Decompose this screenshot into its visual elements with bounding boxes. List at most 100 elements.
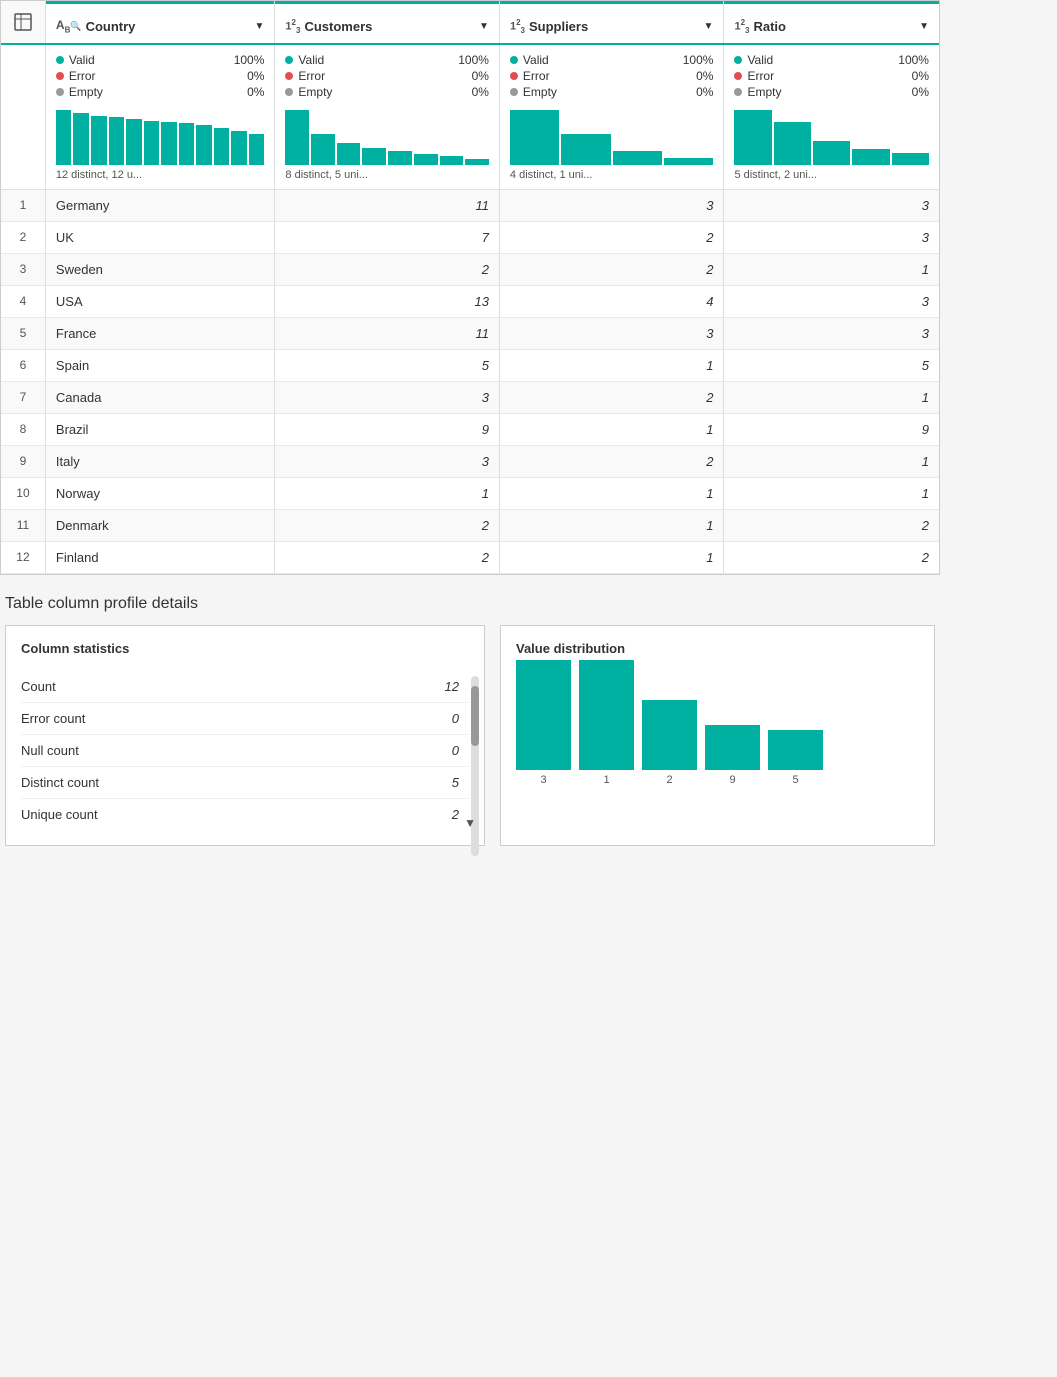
country-dropdown[interactable]: ▼ [255,21,265,32]
scrollbar-thumb[interactable] [471,686,479,746]
customers-mini-chart [285,105,489,165]
dist-bar-label: 2 [666,774,672,786]
row-customers: 2 [275,510,500,541]
table-row[interactable]: 1 Germany 11 3 3 [1,190,939,222]
row-customers: 7 [275,222,500,253]
value-distribution-panel: Value distribution 31 2 95 [500,625,935,846]
error-dot-r [734,72,742,80]
row-customers: 3 [275,446,500,477]
ratio-label: Ratio [753,19,786,34]
stat-value: 0 [452,711,459,726]
row-suppliers: 3 [500,190,725,221]
row-suppliers: 1 [500,478,725,509]
suppliers-dropdown[interactable]: ▼ [704,21,714,32]
row-country: UK [46,222,276,253]
error-label: Error [69,69,242,83]
error-dot-s [510,72,518,80]
stat-name: Distinct count [21,775,452,790]
empty-dot-s [510,88,518,96]
table-row[interactable]: 10 Norway 1 1 1 [1,478,939,510]
row-customers: 9 [275,414,500,445]
empty-dot [56,88,64,96]
stat-name: Null count [21,743,452,758]
profile-ratio: Valid 100% Error 0% Empty 0% 5 distinct,… [724,45,939,189]
profile-suppliers: Valid 100% Error 0% Empty 0% 4 distinct,… [500,45,725,189]
empty-dot-r [734,88,742,96]
row-country: USA [46,286,276,317]
profile-stats-row: Valid 100% Error 0% Empty 0% 12 distinct… [1,45,939,190]
country-mini-chart [56,105,265,165]
table-row[interactable]: 2 UK 7 2 3 [1,222,939,254]
header-suppliers[interactable]: 123 Suppliers ▼ [500,1,725,43]
row-number: 4 [1,286,46,317]
country-empty-val: 0% [247,85,264,99]
ratio-dropdown[interactable]: ▼ [919,21,929,32]
dist-bar-wrap: 5 [768,730,823,786]
error-dot-c [285,72,293,80]
row-country: Italy [46,446,276,477]
dist-bar-wrap: 9 [705,725,760,786]
row-ratio: 3 [724,286,939,317]
dist-bar-wrap: 3 [516,660,571,786]
row-country: Finland [46,542,276,573]
table-row[interactable]: 5 France 11 3 3 [1,318,939,350]
suppliers-distinct: 4 distinct, 1 uni... [510,169,714,181]
row-number: 6 [1,350,46,381]
row-country: Norway [46,478,276,509]
header-customers[interactable]: 123 Customers ▼ [275,1,500,43]
section-title: Table column profile details [5,595,935,613]
row-country: Spain [46,350,276,381]
table-row[interactable]: 7 Canada 3 2 1 [1,382,939,414]
header-ratio[interactable]: 123 Ratio ▼ [724,1,939,43]
stat-item: Distinct count 5 [21,767,469,799]
row-customers: 11 [275,190,500,221]
row-suppliers: 1 [500,510,725,541]
row-ratio: 3 [724,190,939,221]
country-valid-val: 100% [234,53,265,67]
stat-item: Count 12 [21,671,469,703]
customers-distinct: 8 distinct, 5 uni... [285,169,489,181]
ratio-mini-chart [734,105,929,165]
123-ratio-icon: 123 [734,18,749,35]
row-index-header [1,1,46,43]
table-row[interactable]: 12 Finland 2 1 2 [1,542,939,574]
row-country: France [46,318,276,349]
row-number: 12 [1,542,46,573]
row-customers: 2 [275,542,500,573]
stat-item: Unique count 2 [21,799,469,830]
dist-panel-title: Value distribution [516,641,919,656]
table-row[interactable]: 8 Brazil 9 1 9 [1,414,939,446]
table-row[interactable]: 6 Spain 5 1 5 [1,350,939,382]
table-row[interactable]: 3 Sweden 2 2 1 [1,254,939,286]
profile-customers: Valid 100% Error 0% Empty 0% 8 distinct,… [275,45,500,189]
column-statistics-panel: Column statistics Count 12 Error count 0… [5,625,485,846]
row-number: 1 [1,190,46,221]
ratio-distinct: 5 distinct, 2 uni... [734,169,929,181]
table-row[interactable]: 4 USA 13 4 3 [1,286,939,318]
row-ratio: 3 [724,222,939,253]
stats-panel-title: Column statistics [21,641,469,656]
scroll-down-icon[interactable]: ▼ [464,816,476,830]
table-row[interactable]: 11 Denmark 2 1 2 [1,510,939,542]
country-error-val: 0% [247,69,264,83]
stat-value: 5 [452,775,459,790]
row-country: Denmark [46,510,276,541]
row-ratio: 1 [724,478,939,509]
dist-chart: 31295 [516,671,919,791]
header-country[interactable]: AB🔍 Country ▼ [46,1,276,43]
row-country: Germany [46,190,276,221]
profile-index-cell [1,45,46,189]
customers-dropdown[interactable]: ▼ [479,21,489,32]
row-ratio: 1 [724,382,939,413]
row-country: Canada [46,382,276,413]
abc-icon: AB🔍 [56,18,82,34]
profile-details-section: Table column profile details Column stat… [0,595,940,846]
suppliers-label: Suppliers [529,19,588,34]
data-rows-container: 1 Germany 11 3 3 2 UK 7 2 3 3 Sweden 2 2… [1,190,939,574]
table-header: AB🔍 Country ▼ 123 Customers ▼ 123 Suppli… [1,1,939,45]
table-row[interactable]: 9 Italy 3 2 1 [1,446,939,478]
dist-bar [516,660,571,770]
stat-item: Error count 0 [21,703,469,735]
dist-bar-wrap: 1 [579,660,634,786]
row-number: 10 [1,478,46,509]
